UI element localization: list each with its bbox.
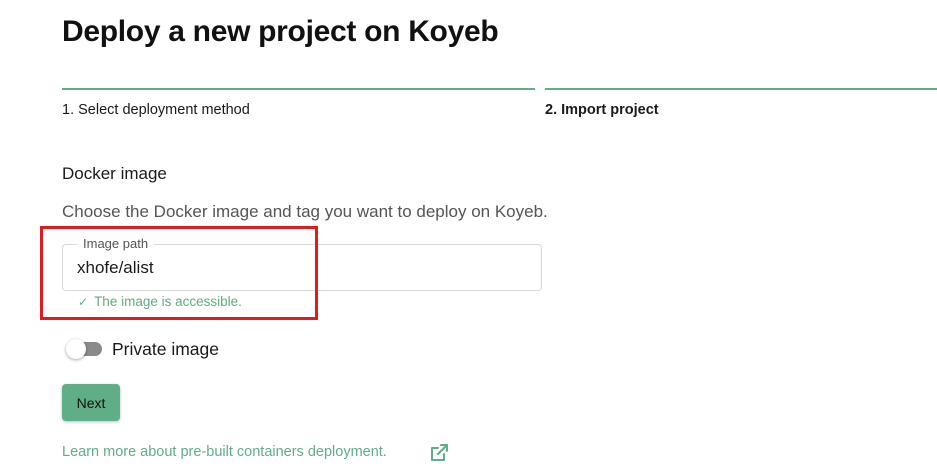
toggle-knob (66, 339, 86, 359)
step-select-deployment-method[interactable]: 1. Select deployment method (62, 101, 250, 119)
private-image-toggle[interactable] (66, 339, 104, 359)
external-link-icon[interactable] (428, 442, 450, 464)
step-progress-bar-2 (545, 88, 937, 90)
learn-more-link[interactable]: Learn more about pre-built containers de… (62, 443, 387, 461)
step-import-project[interactable]: 2. Import project (545, 101, 659, 119)
page-title: Deploy a new project on Koyeb (62, 15, 499, 48)
docker-image-description: Choose the Docker image and tag you want… (62, 202, 548, 221)
docker-image-heading: Docker image (62, 164, 167, 183)
step-progress-bar-1 (62, 88, 535, 90)
next-button[interactable]: Next (62, 384, 120, 421)
private-image-label: Private image (112, 339, 219, 359)
highlight-annotation-box (40, 226, 318, 320)
deploy-page: Deploy a new project on Koyeb 1. Select … (0, 0, 937, 473)
